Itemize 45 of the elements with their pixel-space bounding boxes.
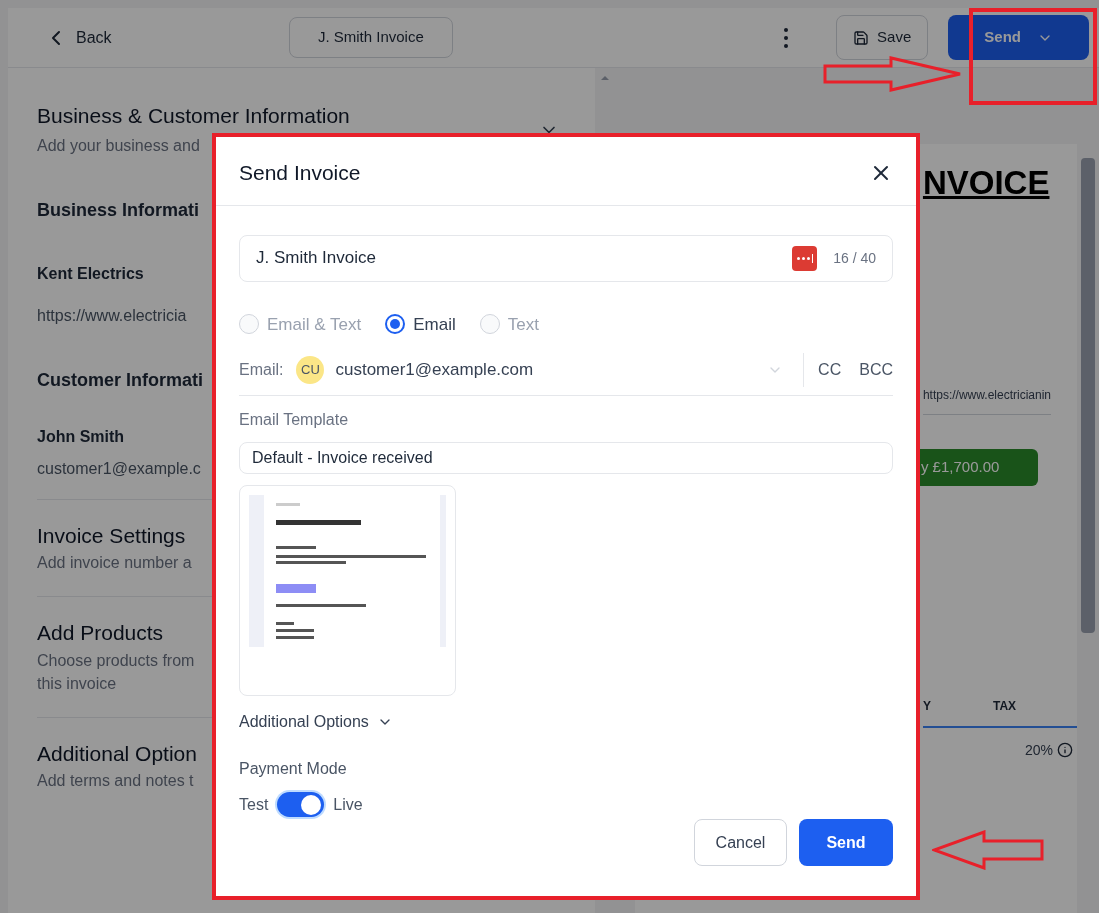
column-header: TAX [992,697,1017,714]
tax-text: 20% [1024,740,1053,760]
payment-mode-switch[interactable] [277,792,325,817]
recipient-avatar: CU [296,356,325,384]
dialog-title: Send Invoice [239,160,361,186]
name-text: Kent Electrics [37,263,144,284]
column-header: Y [922,697,932,714]
group-title: Business Informati [37,198,200,222]
info-icon [1057,741,1073,758]
section-title: Add Products [37,620,164,646]
template-select[interactable]: Default - Invoice received [239,442,893,474]
section-title: Business & Customer Information [37,103,350,129]
send-button[interactable]: Send [948,15,1089,60]
section-title: Invoice Settings [37,522,186,549]
save-button[interactable]: Save [836,15,929,60]
recipient-email[interactable]: customer1@example.com [335,357,768,383]
website-text: https://www.electricianin [922,387,1051,402]
section-subtitle: Add terms and notes t [37,771,194,791]
character-counter: 16 / 40 [833,249,876,268]
section-subtitle: Add invoice number a [37,553,192,573]
group-title: Customer Informati [37,368,204,392]
kebab-icon [784,27,789,48]
detail-text: customer1@example.c [37,458,201,479]
send-button[interactable]: Send [799,819,893,866]
bcc-button[interactable]: BCC [859,358,893,382]
section-title: Additional Option [37,740,197,767]
section-subtitle: Add your business and [37,135,201,156]
email-label: Email: [239,360,284,380]
password-manager-icon[interactable] [792,245,818,271]
back-button[interactable]: Back [44,25,112,50]
name-text: John Smith [37,426,125,447]
cancel-button[interactable]: Cancel [694,819,787,866]
channel-radio[interactable]: Email [385,311,456,337]
invoice-title: NVOICE [922,164,1050,201]
cc-button[interactable]: CC [818,358,842,382]
detail-text: https://www.electricia [37,305,187,326]
additional-options-toggle[interactable]: Additional Options [239,710,393,734]
payment-mode-label: Payment Mode [239,759,348,779]
save-icon [853,29,870,46]
invoice-name-field[interactable]: J. Smith Invoice 16 / 40 [239,234,893,282]
toggle-on-label: Live [333,794,363,815]
section-subtitle: Choose products from this invoice [37,650,195,694]
template-label: Email Template [239,410,350,430]
invoice-name-button[interactable]: J. Smith Invoice [288,17,453,58]
toggle-off-label: Test [239,794,269,815]
